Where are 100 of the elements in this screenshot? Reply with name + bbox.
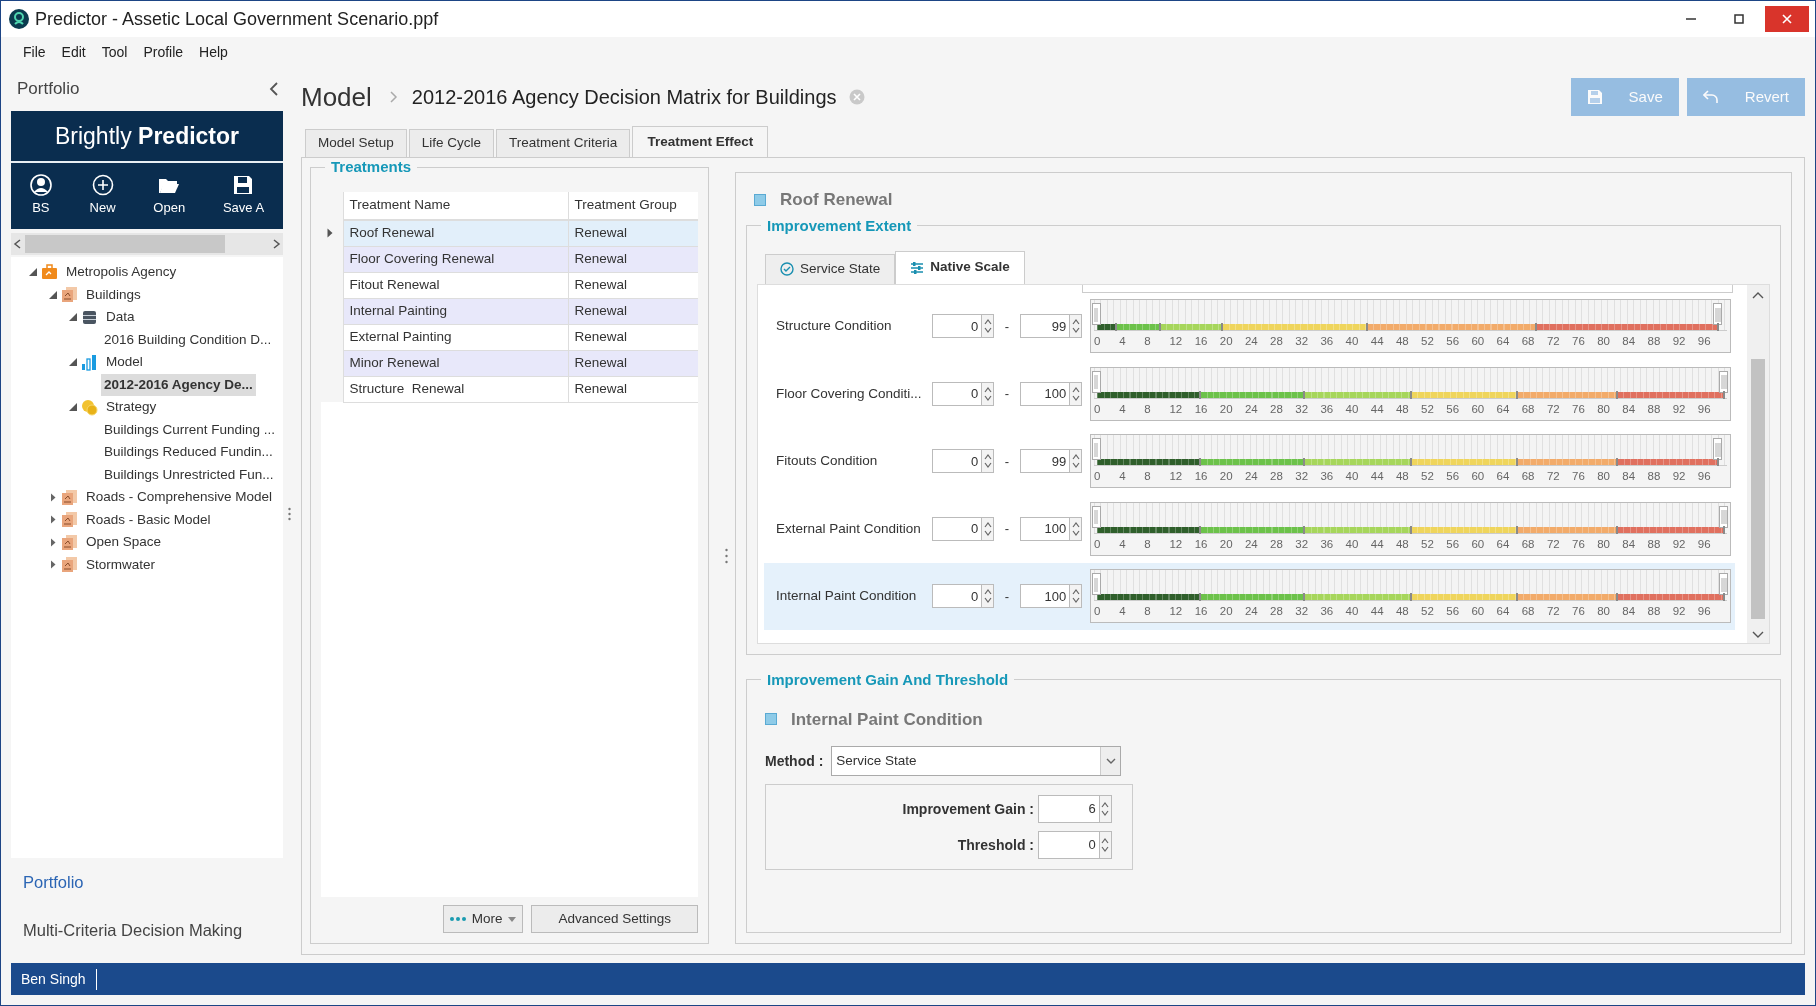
tree-item[interactable]: Buildings Reduced Fundin... — [101, 441, 276, 464]
expanded-toggle-icon[interactable] — [69, 358, 77, 367]
range-slider[interactable]: 0 4 8 12 16 20 24 28 32 36 40 44 48 52 56 60 64 68 72 76 80 84 88 92 96 — [1090, 366, 1731, 421]
spin-buttons[interactable] — [981, 381, 994, 406]
tree-item[interactable]: Metropolis Agency — [63, 261, 180, 284]
toolbar-button[interactable]: New — [85, 174, 120, 218]
table-cell[interactable]: Structure Renewal — [343, 376, 568, 402]
slider-handle[interactable] — [1712, 438, 1722, 461]
table-cell[interactable]: Internal Painting — [343, 298, 568, 324]
slider-handle[interactable] — [1719, 505, 1728, 528]
tree-item[interactable]: Open Space — [83, 531, 165, 554]
tree-item[interactable]: Buildings Unrestricted Fun... — [101, 463, 277, 486]
table-cell[interactable]: External Painting — [343, 324, 568, 350]
spin-buttons[interactable] — [1069, 449, 1082, 474]
close-button[interactable] — [1765, 6, 1809, 32]
condition-label[interactable]: External Paint Condition — [776, 518, 924, 539]
tree-item[interactable]: Data — [103, 306, 138, 329]
table-cell[interactable]: Minor Renewal — [343, 350, 568, 376]
number-field[interactable]: 99 — [1020, 314, 1070, 339]
table-cell[interactable]: Roof Renewal — [343, 220, 568, 246]
number-field[interactable]: 100 — [1020, 516, 1070, 541]
collapsed-toggle-icon[interactable] — [50, 515, 56, 525]
settings-button[interactable]: Advanced Settings — [531, 905, 698, 933]
tree-item[interactable]: Buildings — [83, 283, 144, 306]
slider-handle[interactable] — [1712, 303, 1722, 326]
toolbar-button[interactable]: BS — [25, 174, 56, 218]
condition-label[interactable]: Floor Covering Conditi... — [776, 383, 924, 404]
table-cell[interactable]: Renewal — [568, 350, 698, 376]
collapsed-toggle-icon[interactable] — [50, 560, 56, 570]
number-field[interactable]: 100 — [1020, 381, 1070, 406]
table-cell[interactable]: Renewal — [568, 246, 698, 272]
number-field[interactable]: 0 — [932, 449, 982, 474]
tab[interactable]: Service State — [765, 253, 896, 284]
slider-handle[interactable] — [1092, 438, 1101, 461]
nav-link[interactable]: Multi-Criteria Decision Making — [11, 906, 283, 955]
range-slider[interactable]: 0 4 8 12 16 20 24 28 32 36 40 44 48 52 56 60 64 68 72 76 80 84 88 92 96 — [1090, 299, 1731, 354]
spin-buttons[interactable] — [981, 314, 994, 339]
slider-handle[interactable] — [1092, 303, 1101, 326]
toolbar-button[interactable]: Open — [149, 174, 190, 218]
tree-item[interactable]: Model — [103, 351, 146, 374]
tree-item[interactable]: Strategy — [103, 396, 160, 419]
tree-item[interactable]: 2012-2016 Agency De... — [101, 373, 256, 396]
range-slider[interactable]: 0 4 8 12 16 20 24 28 32 36 40 44 48 52 56 60 64 68 72 76 80 84 88 92 96 — [1090, 501, 1731, 556]
table-cell[interactable]: Renewal — [568, 324, 698, 350]
resize-grip-icon[interactable] — [288, 507, 291, 521]
condition-label[interactable]: Internal Paint Condition — [776, 586, 924, 607]
number-field[interactable]: 0 — [932, 381, 982, 406]
slider-handle[interactable] — [1719, 370, 1728, 393]
tree-item[interactable]: Roads - Basic Model — [83, 508, 214, 531]
table-cell[interactable]: Renewal — [568, 376, 698, 402]
menu-item[interactable]: Tool — [93, 39, 136, 65]
spin-buttons[interactable] — [981, 584, 994, 609]
number-field[interactable]: 0 — [932, 314, 982, 339]
more-button[interactable]: More — [442, 905, 524, 933]
expanded-toggle-icon[interactable] — [69, 313, 77, 322]
horizontal-scrollbar[interactable] — [11, 233, 283, 255]
slider-handle[interactable] — [1092, 505, 1101, 528]
vertical-scrollbar[interactable] — [1747, 284, 1769, 643]
expanded-toggle-icon[interactable] — [29, 268, 37, 277]
spin-buttons[interactable] — [1069, 516, 1082, 541]
tab[interactable]: Treatment Effect — [632, 126, 769, 157]
tree-item[interactable]: Buildings Current Funding ... — [101, 418, 279, 441]
number-field[interactable]: 100 — [1020, 584, 1070, 609]
menu-item[interactable]: Edit — [53, 39, 94, 65]
collapse-icon[interactable] — [269, 82, 279, 96]
slider-handle[interactable] — [1719, 573, 1728, 596]
condition-label[interactable]: Fitouts Condition — [776, 451, 924, 472]
menu-item[interactable]: Help — [191, 39, 236, 65]
expanded-toggle-icon[interactable] — [49, 290, 57, 299]
spin-buttons[interactable] — [981, 516, 994, 541]
table-cell[interactable]: Renewal — [568, 220, 698, 246]
collapsed-toggle-icon[interactable] — [50, 537, 56, 547]
spin-buttons[interactable] — [1069, 381, 1082, 406]
tab[interactable]: Native Scale — [895, 250, 1025, 284]
spin-buttons[interactable] — [981, 449, 994, 474]
splitter-grip-icon[interactable] — [724, 548, 728, 564]
number-field[interactable]: 99 — [1020, 449, 1070, 474]
menu-item[interactable]: File — [15, 39, 54, 65]
number-field[interactable]: 0 — [932, 516, 982, 541]
collapsed-toggle-icon[interactable] — [50, 492, 56, 502]
nav-link[interactable]: Portfolio — [11, 857, 283, 907]
slider-handle[interactable] — [1092, 573, 1101, 596]
tree-item[interactable]: 2016 Building Condition D... — [101, 328, 275, 351]
expanded-toggle-icon[interactable] — [69, 403, 77, 412]
breadcrumb-section[interactable]: Model — [301, 77, 372, 117]
toolbar-button[interactable]: Save A — [218, 174, 269, 218]
number-field[interactable]: 0 — [1038, 831, 1099, 859]
range-slider[interactable]: 0 4 8 12 16 20 24 28 32 36 40 44 48 52 56 60 64 68 72 76 80 84 88 92 96 — [1090, 569, 1731, 624]
table-cell[interactable]: Floor Covering Renewal — [343, 246, 568, 272]
slider-handle[interactable] — [1092, 370, 1101, 393]
table-cell[interactable]: Renewal — [568, 298, 698, 324]
range-slider[interactable]: 0 4 8 12 16 20 24 28 32 36 40 44 48 52 56 60 64 68 72 76 80 84 88 92 96 — [1090, 434, 1731, 489]
tree-item[interactable]: Roads - Comprehensive Model — [83, 486, 276, 509]
spin-buttons[interactable] — [1069, 314, 1082, 339]
tab[interactable]: Model Setup — [305, 129, 407, 157]
number-field[interactable]: 6 — [1038, 795, 1099, 823]
table-cell[interactable]: Renewal — [568, 272, 698, 298]
tab[interactable]: Life Cycle — [408, 129, 495, 157]
number-field[interactable]: 0 — [932, 584, 982, 609]
spin-buttons[interactable] — [1069, 584, 1082, 609]
